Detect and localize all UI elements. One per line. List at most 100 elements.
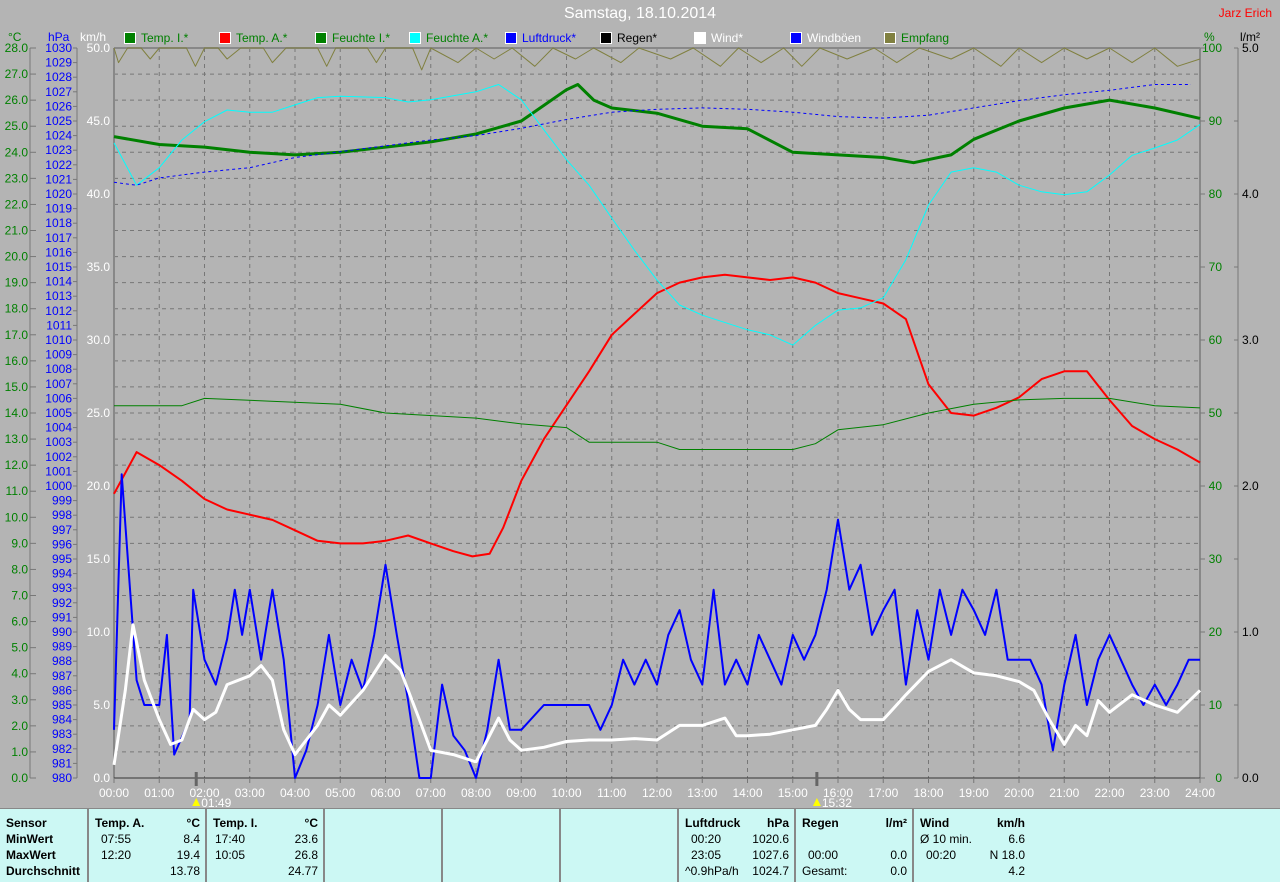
pressure-min-time: 00:20 xyxy=(691,832,722,846)
x-tick-label: 11:00 xyxy=(597,786,626,800)
percent-tick-label: 50 xyxy=(1209,406,1223,420)
wind-max: N 18.0 xyxy=(989,848,1025,862)
hpa-tick-label: 1004 xyxy=(45,421,72,435)
temp-a-avg: 13.78 xyxy=(169,864,200,878)
temp-i-avg: 24.77 xyxy=(287,864,318,878)
celsius-tick-label: 19.0 xyxy=(5,276,29,290)
stats-table: Sensor MinWert MaxWert Durchschnitt Temp… xyxy=(0,808,1280,882)
celsius-tick-label: 8.0 xyxy=(11,562,28,576)
hpa-tick-label: 1023 xyxy=(45,143,72,157)
hpa-tick-label: 1008 xyxy=(45,362,72,376)
celsius-tick-label: 23.0 xyxy=(5,171,29,185)
celsius-tick-label: 9.0 xyxy=(11,536,28,550)
x-tick-label: 19:00 xyxy=(959,786,989,800)
celsius-tick-label: 2.0 xyxy=(11,719,28,733)
rain-total: 0.0 xyxy=(890,864,907,878)
rain-value: 0.0 xyxy=(890,848,907,862)
celsius-tick-label: 27.0 xyxy=(5,67,29,81)
empty-column xyxy=(323,809,442,882)
kmh-tick-label: 15.0 xyxy=(87,552,111,566)
hpa-tick-label: 1007 xyxy=(45,377,72,391)
rain-total-label: Gesamt: xyxy=(802,864,848,878)
kmh-tick-label: 10.0 xyxy=(87,625,111,639)
temp-i-header: Temp. I. xyxy=(213,816,258,830)
kmh-tick-label: 25.0 xyxy=(87,406,111,420)
temp-i-min: 23.6 xyxy=(294,832,318,846)
celsius-tick-label: 13.0 xyxy=(5,432,29,446)
celsius-tick-label: 4.0 xyxy=(11,667,28,681)
percent-tick-label: 40 xyxy=(1209,479,1223,493)
hpa-tick-label: 1024 xyxy=(45,129,72,143)
x-tick-label: 17:00 xyxy=(868,786,898,800)
hpa-tick-label: 1022 xyxy=(45,158,72,172)
celsius-tick-label: 1.0 xyxy=(11,745,28,759)
wind-avg: 4.2 xyxy=(1008,864,1025,878)
percent-tick-label: 80 xyxy=(1209,187,1223,201)
temp-i-column: Temp. I. °C 17:40 23.6 10:05 26.8 24.77 xyxy=(205,809,324,882)
kmh-tick-label: 50.0 xyxy=(87,41,111,55)
series-line-wind xyxy=(112,623,1202,766)
x-tick-label: 08:00 xyxy=(461,786,491,800)
hpa-tick-label: 1028 xyxy=(45,70,72,84)
hpa-tick-label: 994 xyxy=(52,567,72,581)
x-tick-label: 20:00 xyxy=(1004,786,1034,800)
temp-a-column: Temp. A. °C 07:55 8.4 12:20 19.4 13.78 xyxy=(87,809,206,882)
hpa-tick-label: 981 xyxy=(52,756,72,770)
x-tick-label: 04:00 xyxy=(280,786,310,800)
hpa-tick-label: 982 xyxy=(52,742,72,756)
temp-a-min-time: 07:55 xyxy=(101,832,132,846)
temp-a-unit: °C xyxy=(186,816,200,830)
celsius-tick-label: 0.0 xyxy=(11,771,28,785)
temp-i-unit: °C xyxy=(304,816,318,830)
percent-tick-label: 90 xyxy=(1209,114,1223,128)
hpa-tick-label: 980 xyxy=(52,771,72,785)
percent-tick-label: 0 xyxy=(1215,771,1222,785)
hpa-tick-label: 1009 xyxy=(45,348,72,362)
hpa-tick-label: 986 xyxy=(52,683,72,697)
hpa-tick-label: 995 xyxy=(52,552,72,566)
wind-avg10-label: Ø 10 min. xyxy=(920,832,973,846)
hpa-tick-label: 998 xyxy=(52,508,72,522)
celsius-tick-label: 28.0 xyxy=(5,41,29,55)
temp-i-max-time: 10:05 xyxy=(215,848,246,862)
x-tick-label: 05:00 xyxy=(325,786,355,800)
x-tick-label: 07:00 xyxy=(416,786,446,800)
x-tick-label: 15:00 xyxy=(778,786,808,800)
percent-tick-label: 20 xyxy=(1209,625,1223,639)
kmh-tick-label: 45.0 xyxy=(87,114,111,128)
hpa-tick-label: 991 xyxy=(52,610,72,624)
hpa-tick-label: 1030 xyxy=(45,41,72,55)
celsius-tick-label: 17.0 xyxy=(5,328,29,342)
hpa-tick-label: 993 xyxy=(52,581,72,595)
hpa-tick-label: 1014 xyxy=(45,275,72,289)
kmh-tick-label: 5.0 xyxy=(93,698,110,712)
row-label-min: MinWert xyxy=(6,832,54,846)
x-tick-label: 12:00 xyxy=(642,786,672,800)
hpa-tick-label: 1018 xyxy=(45,216,72,230)
celsius-tick-label: 25.0 xyxy=(5,119,29,133)
pressure-avg: 1024.7 xyxy=(752,864,789,878)
x-tick-label: 24:00 xyxy=(1185,786,1215,800)
hpa-tick-label: 1015 xyxy=(45,260,72,274)
pressure-max-time: 23:05 xyxy=(691,848,722,862)
hpa-tick-label: 1021 xyxy=(45,172,72,186)
wind-header: Wind xyxy=(920,816,950,830)
hpa-tick-label: 997 xyxy=(52,523,72,537)
rain-tick-label: 1.0 xyxy=(1242,625,1259,639)
wind-unit: km/h xyxy=(996,816,1025,830)
hpa-tick-label: 1013 xyxy=(45,289,72,303)
pressure-unit: hPa xyxy=(766,816,789,830)
celsius-tick-label: 20.0 xyxy=(5,250,29,264)
row-label-avg: Durchschnitt xyxy=(6,864,81,878)
celsius-tick-label: 16.0 xyxy=(5,354,29,368)
x-tick-label: 09:00 xyxy=(506,786,536,800)
x-tick-label: 10:00 xyxy=(551,786,581,800)
row-label-max: MaxWert xyxy=(6,848,56,862)
rain-column: Regen l/m² 00:00 0.0 Gesamt: 0.0 xyxy=(794,809,913,882)
empty-column xyxy=(559,809,678,882)
series-line-feuchte-i xyxy=(114,397,1201,450)
percent-tick-label: 60 xyxy=(1209,333,1223,347)
percent-tick-label: 70 xyxy=(1209,260,1223,274)
series-line-luftdruck xyxy=(113,84,1191,186)
celsius-tick-label: 11.0 xyxy=(6,484,29,498)
